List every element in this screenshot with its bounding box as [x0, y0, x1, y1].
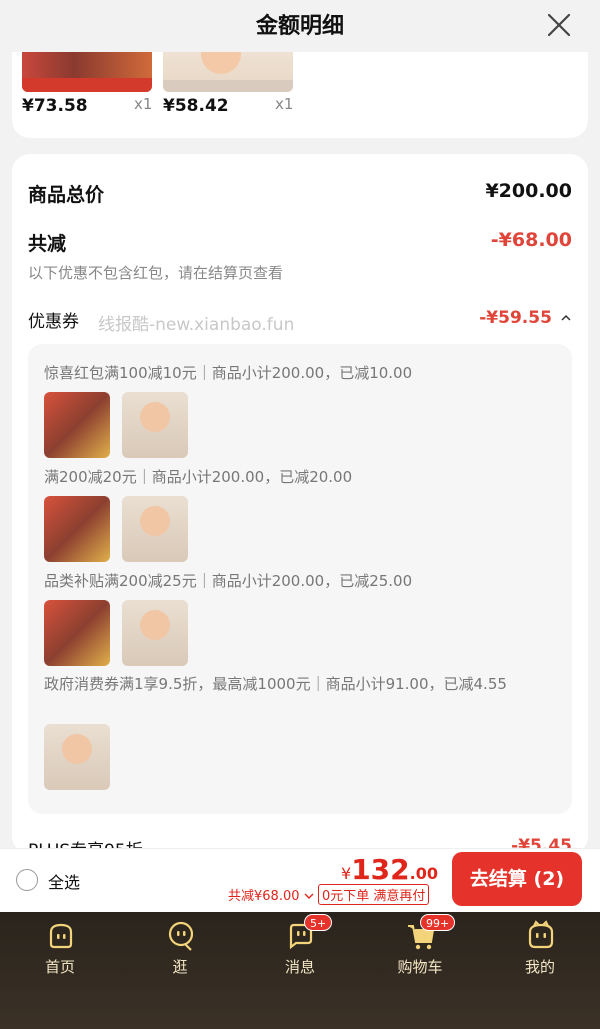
coupon-detail-panel: 惊喜红包满100减10元｜商品小计200.00，已减10.00 满200减20元… — [28, 344, 572, 814]
tab-cart[interactable]: 99+ 购物车 — [360, 912, 480, 1029]
home-icon — [49, 923, 73, 949]
discount-note: 以下优惠不包含红包，请在结算页查看 — [28, 264, 284, 282]
checkout-bar: 全选 ¥132.00 共减¥68.00 0元下单 满意再付 去结算 (2) — [0, 848, 600, 912]
tab-message[interactable]: 5+ 消息 — [240, 912, 360, 1029]
coupon-line-3: 品类补贴满200减25元｜商品小计200.00，已减25.00 — [44, 572, 413, 590]
tab-browse[interactable]: 逛 — [120, 912, 240, 1029]
total-integer: 132 — [351, 853, 410, 886]
chevron-down-icon — [304, 893, 314, 899]
select-all-radio[interactable] — [16, 869, 38, 891]
product-card: ¥73.58 x1 ¥58.42 x1 — [12, 40, 588, 138]
cart-badge: 99+ — [420, 914, 456, 931]
message-badge: 5+ — [304, 914, 333, 931]
tab-home[interactable]: 首页 — [0, 912, 120, 1029]
coupon-product-image — [122, 392, 188, 458]
tab-label: 购物车 — [397, 958, 443, 976]
select-all-label[interactable]: 全选 — [48, 869, 80, 893]
coupon-product-image — [44, 392, 110, 458]
coupon-value: -¥59.55 — [479, 308, 552, 328]
tab-label: 逛 — [172, 958, 188, 976]
checkout-button[interactable]: 去结算 (2) — [452, 852, 582, 906]
total-price: ¥132.00 — [341, 853, 438, 886]
coupon-product-image — [44, 600, 110, 666]
goods-total-value: ¥200.00 — [485, 180, 572, 202]
coupon-line-1: 惊喜红包满100减10元｜商品小计200.00，已减10.00 — [44, 364, 413, 382]
goods-total-label: 商品总价 — [28, 184, 105, 206]
reduce-label: 共减 — [28, 233, 67, 255]
total-decimal: .00 — [409, 864, 438, 883]
chevron-up-icon — [561, 314, 571, 321]
tab-label: 我的 — [524, 958, 555, 976]
tab-bar: 首页 逛 5+ 消息 99+ 购物车 我的 — [0, 912, 600, 1029]
coupon-line-2: 满200减20元｜商品小计200.00，已减20.00 — [44, 468, 353, 486]
product-price-2: ¥58.42 — [163, 96, 229, 116]
tab-label: 消息 — [284, 958, 315, 976]
coupon-product-image — [44, 724, 110, 790]
pay-later-tag: 0元下单 满意再付 — [318, 884, 430, 905]
coupon-product-image — [122, 600, 188, 666]
currency-symbol: ¥ — [341, 864, 352, 883]
product-qty-1: x1 — [134, 95, 153, 113]
header: 金额明细 — [0, 0, 600, 52]
watermark: 线报酷-new.xianbao.fun — [98, 315, 295, 335]
coupon-product-image — [44, 496, 110, 562]
profile-icon — [528, 920, 554, 949]
product-price-1: ¥73.58 — [22, 96, 88, 116]
coupon-line-4: 政府消费券满1享9.5折，最高减1000元｜商品小计91.00，已减4.55 — [44, 675, 507, 693]
tab-label: 首页 — [44, 958, 75, 976]
tab-profile[interactable]: 我的 — [480, 912, 600, 1029]
close-icon[interactable] — [546, 12, 572, 38]
reduce-value: -¥68.00 — [490, 229, 572, 251]
price-detail-card: 商品总价 ¥200.00 共减 -¥68.00 以下优惠不包含红包，请在结算页查… — [12, 154, 588, 854]
coupon-label: 优惠券 — [28, 312, 79, 332]
reduce-summary[interactable]: 共减¥68.00 — [228, 885, 314, 904]
coupon-product-image — [122, 496, 188, 562]
browse-icon — [168, 921, 194, 951]
coupon-toggle[interactable]: -¥59.55 — [479, 308, 572, 328]
page-title: 金额明细 — [255, 14, 344, 39]
reduce-summary-text: 共减¥68.00 — [228, 889, 300, 904]
product-qty-2: x1 — [275, 95, 294, 113]
